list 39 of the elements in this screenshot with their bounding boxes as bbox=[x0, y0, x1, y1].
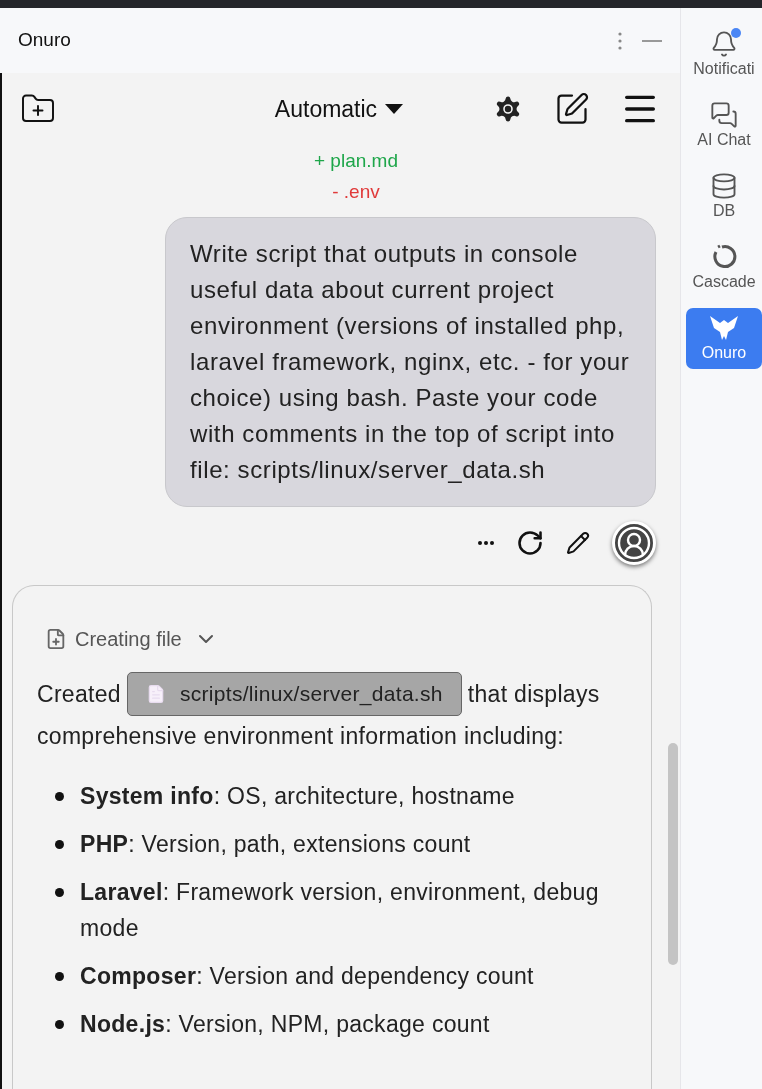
step-toggle[interactable]: Creating file bbox=[45, 624, 218, 654]
avatar-icon bbox=[612, 521, 656, 565]
message-text: comprehensive environment information including: bbox=[37, 722, 566, 751]
window-title: Onuro bbox=[18, 28, 72, 53]
database-icon bbox=[710, 172, 738, 200]
list-item-text: System info: OS, architecture, hostname bbox=[80, 782, 515, 811]
bullet-icon bbox=[55, 972, 64, 981]
list-item-text: Composer: Version and dependency count bbox=[80, 962, 534, 991]
list-item-text: Laravel: Framework version, environment, debug mode bbox=[80, 878, 600, 943]
bullet-icon bbox=[55, 792, 64, 801]
sidebar-item[interactable]: Cascade bbox=[686, 237, 762, 298]
more-options-button[interactable] bbox=[618, 30, 622, 51]
bullet-icon bbox=[55, 1020, 64, 1029]
mode-dropdown[interactable]: Automatic bbox=[274, 91, 404, 127]
bell-icon bbox=[710, 30, 738, 58]
owl-icon bbox=[708, 314, 740, 342]
caret-icon bbox=[385, 104, 404, 114]
ring-icon bbox=[710, 243, 738, 271]
file-add-icon bbox=[45, 628, 67, 650]
more-icon bbox=[618, 30, 622, 51]
message-text: Created bbox=[37, 680, 121, 709]
more-button[interactable] bbox=[478, 541, 494, 545]
list-item-text: Node.js: Version, NPM, package count bbox=[80, 1010, 490, 1039]
sidebar-item[interactable]: AI Chat bbox=[686, 95, 762, 156]
bullet-icon bbox=[55, 888, 64, 897]
sidebar-item[interactable]: Onuro bbox=[686, 308, 762, 369]
list-item-text: PHP: Version, path, extensions count bbox=[80, 830, 471, 859]
file-change-text: - .env bbox=[332, 180, 380, 204]
file-chip[interactable]: scripts/linux/server_data.sh bbox=[126, 672, 462, 716]
sidebar-item[interactable]: DB bbox=[686, 166, 762, 227]
regenerate-button[interactable] bbox=[516, 529, 544, 557]
file-change-text: + plan.md bbox=[314, 149, 398, 173]
bullet-icon bbox=[55, 840, 64, 849]
chat-icon bbox=[710, 101, 738, 129]
user-message-bubble: Write script that outputs in console useful data about current project environment (versions of installed php, laravel framework, nginx, etc. - for your choice) using bash. Paste your code with comments in the top of script into file: scripts/linux/server_data.sh bbox=[165, 217, 656, 507]
edit-button[interactable] bbox=[554, 91, 590, 127]
edit-message-button[interactable] bbox=[566, 531, 590, 555]
message-text: that displays bbox=[467, 680, 600, 709]
sidebar-item[interactable]: Notificati bbox=[686, 24, 762, 85]
